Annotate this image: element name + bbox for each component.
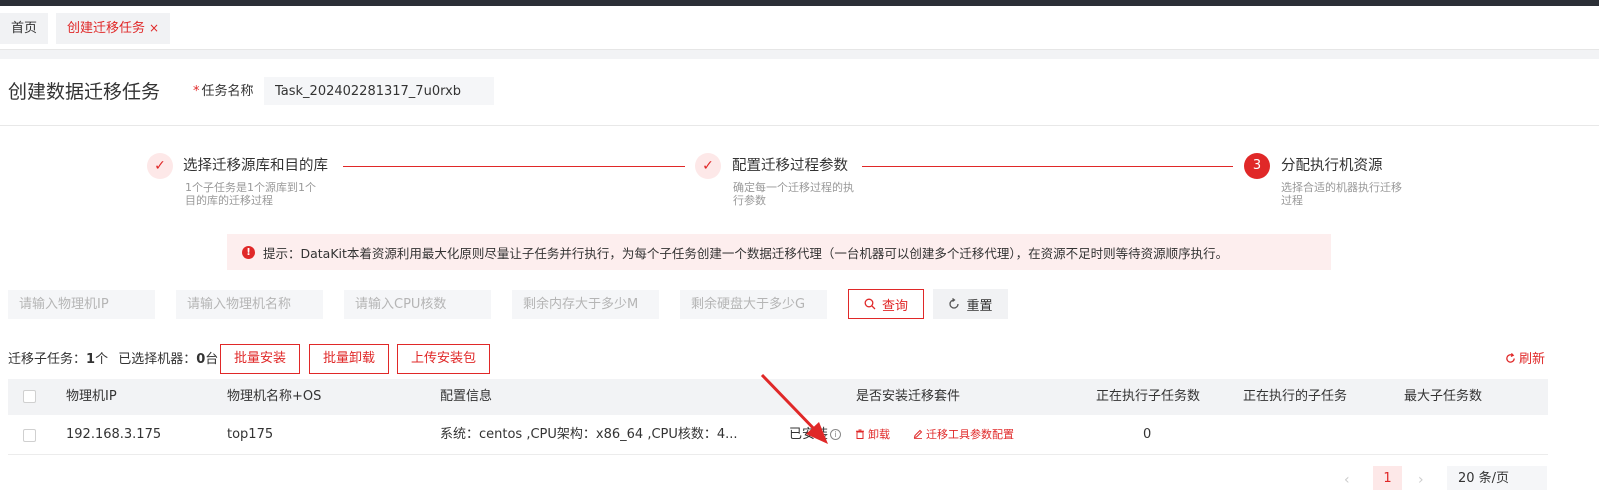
subtask-unit: 个 — [95, 352, 109, 367]
uninstall-label: 卸载 — [868, 428, 890, 441]
selected-machines-label: 已选择机器： — [118, 352, 197, 367]
cell-running-count: 0 — [1143, 427, 1152, 442]
column-header-name-os: 物理机名称+OS — [227, 389, 322, 404]
trash-icon — [856, 429, 864, 439]
refresh-button[interactable]: 刷新 — [1505, 351, 1545, 369]
required-asterisk: * — [193, 84, 200, 99]
pagination-prev-button[interactable]: ‹ — [1344, 472, 1350, 488]
query-button[interactable]: 查询 — [848, 289, 924, 319]
tab-close-icon[interactable]: × — [149, 21, 159, 35]
step-connector-1 — [343, 166, 685, 167]
pagination-next-button[interactable]: › — [1418, 472, 1424, 488]
step-2-desc-line2: 行参数 — [733, 194, 766, 207]
filter-name-input[interactable] — [176, 290, 323, 319]
selected-machines-unit: 台 — [205, 352, 219, 367]
tab-create-migration-task-label: 创建迁移任务 — [67, 21, 146, 36]
column-header-max-tasks: 最大子任务数 — [1404, 389, 1483, 404]
step-connector-2 — [862, 166, 1233, 167]
upload-package-button[interactable]: 上传安装包 — [397, 344, 491, 374]
step-2-desc-line1: 确定每一个迁移过程的执 — [733, 181, 854, 194]
task-name-label: * 任务名称 — [193, 83, 254, 101]
column-header-config: 配置信息 — [440, 389, 493, 404]
tab-home[interactable]: 首页 — [0, 13, 49, 44]
content-separator-band — [0, 50, 1599, 59]
page-tabs: 首页 创建迁移任务 × — [0, 13, 178, 44]
uninstall-link[interactable]: 卸载 — [855, 427, 890, 443]
subtask-label: 迁移子任务： — [8, 352, 87, 367]
filter-ip-input[interactable] — [8, 290, 155, 319]
page-size-select[interactable]: 20 条/页 — [1447, 466, 1547, 490]
step-3-desc-line2: 过程 — [1281, 194, 1303, 207]
batch-uninstall-button[interactable]: 批量卸载 — [309, 344, 390, 374]
cell-ip: 192.168.3.175 — [66, 427, 162, 442]
refresh-label: 刷新 — [1519, 352, 1546, 367]
task-name-input[interactable] — [264, 77, 494, 105]
cell-name-os: top175 — [227, 427, 274, 442]
reset-button-label: 重置 — [966, 298, 993, 314]
row-divider — [8, 454, 1548, 455]
column-header-running-tasks: 正在执行的子任务 — [1243, 389, 1348, 404]
cell-install-status: 已安装 i — [789, 426, 842, 444]
step-1-desc-line1: 1个子任务是1个源库到1个 — [185, 181, 316, 194]
resource-notice-banner: ! 提示：DataKit本着资源利用最大化原则尽量让子任务并行执行，为每个子任务… — [227, 234, 1331, 270]
info-icon[interactable]: i — [830, 429, 842, 440]
select-all-checkbox[interactable] — [23, 390, 36, 403]
subtask-count: 1 — [86, 352, 96, 367]
batch-install-button[interactable]: 批量安装 — [220, 344, 301, 374]
pagination-current-page[interactable]: 1 — [1373, 466, 1402, 490]
step-1-check-icon: ✓ — [147, 153, 173, 179]
migration-tool-config-label: 迁移工具参数配置 — [926, 428, 1014, 441]
query-button-label: 查询 — [881, 298, 908, 314]
reset-button[interactable]: 重置 — [933, 289, 1008, 319]
column-header-ip: 物理机IP — [66, 389, 117, 404]
migration-tool-config-link[interactable]: 迁移工具参数配置 — [913, 427, 1014, 443]
step-1-desc-line2: 目的库的迁移过程 — [185, 194, 273, 207]
edit-icon — [913, 429, 923, 439]
alert-icon: ! — [242, 245, 255, 259]
header-divider — [0, 125, 1599, 126]
install-status-text: 已安装 — [789, 427, 829, 442]
top-dark-bar — [0, 0, 1599, 6]
notice-text: 提示：DataKit本着资源利用最大化原则尽量让子任务并行执行，为每个子任务创建… — [263, 245, 1229, 261]
cell-config: 系统：centos ,CPU架构：x86_64 ,CPU核数：4... — [440, 427, 738, 442]
tab-home-label: 首页 — [11, 21, 38, 36]
task-name-label-text: 任务名称 — [201, 84, 254, 99]
reset-icon — [949, 298, 960, 309]
search-icon — [864, 298, 876, 310]
selection-summary: 迁移子任务：1个 已选择机器：0台 — [8, 351, 218, 369]
step-2-title: 配置迁移过程参数 — [732, 158, 848, 174]
step-3-desc-line1: 选择合适的机器执行迁移 — [1281, 181, 1402, 194]
filter-memory-input[interactable] — [512, 290, 659, 319]
page-title: 创建数据迁移任务 — [8, 81, 161, 103]
selected-machines-count: 0 — [196, 352, 206, 367]
step-1-title: 选择迁移源库和目的库 — [183, 158, 328, 174]
step-2-check-icon: ✓ — [695, 153, 721, 179]
step-3-title: 分配执行机资源 — [1281, 158, 1383, 174]
filter-cpu-input[interactable] — [344, 290, 491, 319]
column-header-install-status: 是否安装迁移套件 — [856, 389, 961, 404]
step-3-number: 3 — [1244, 153, 1270, 179]
refresh-icon — [1506, 353, 1515, 363]
row-checkbox[interactable] — [23, 429, 36, 442]
tab-create-migration-task[interactable]: 创建迁移任务 × — [56, 13, 171, 44]
filter-disk-input[interactable] — [680, 290, 827, 319]
column-header-running-count: 正在执行子任务数 — [1096, 389, 1201, 404]
